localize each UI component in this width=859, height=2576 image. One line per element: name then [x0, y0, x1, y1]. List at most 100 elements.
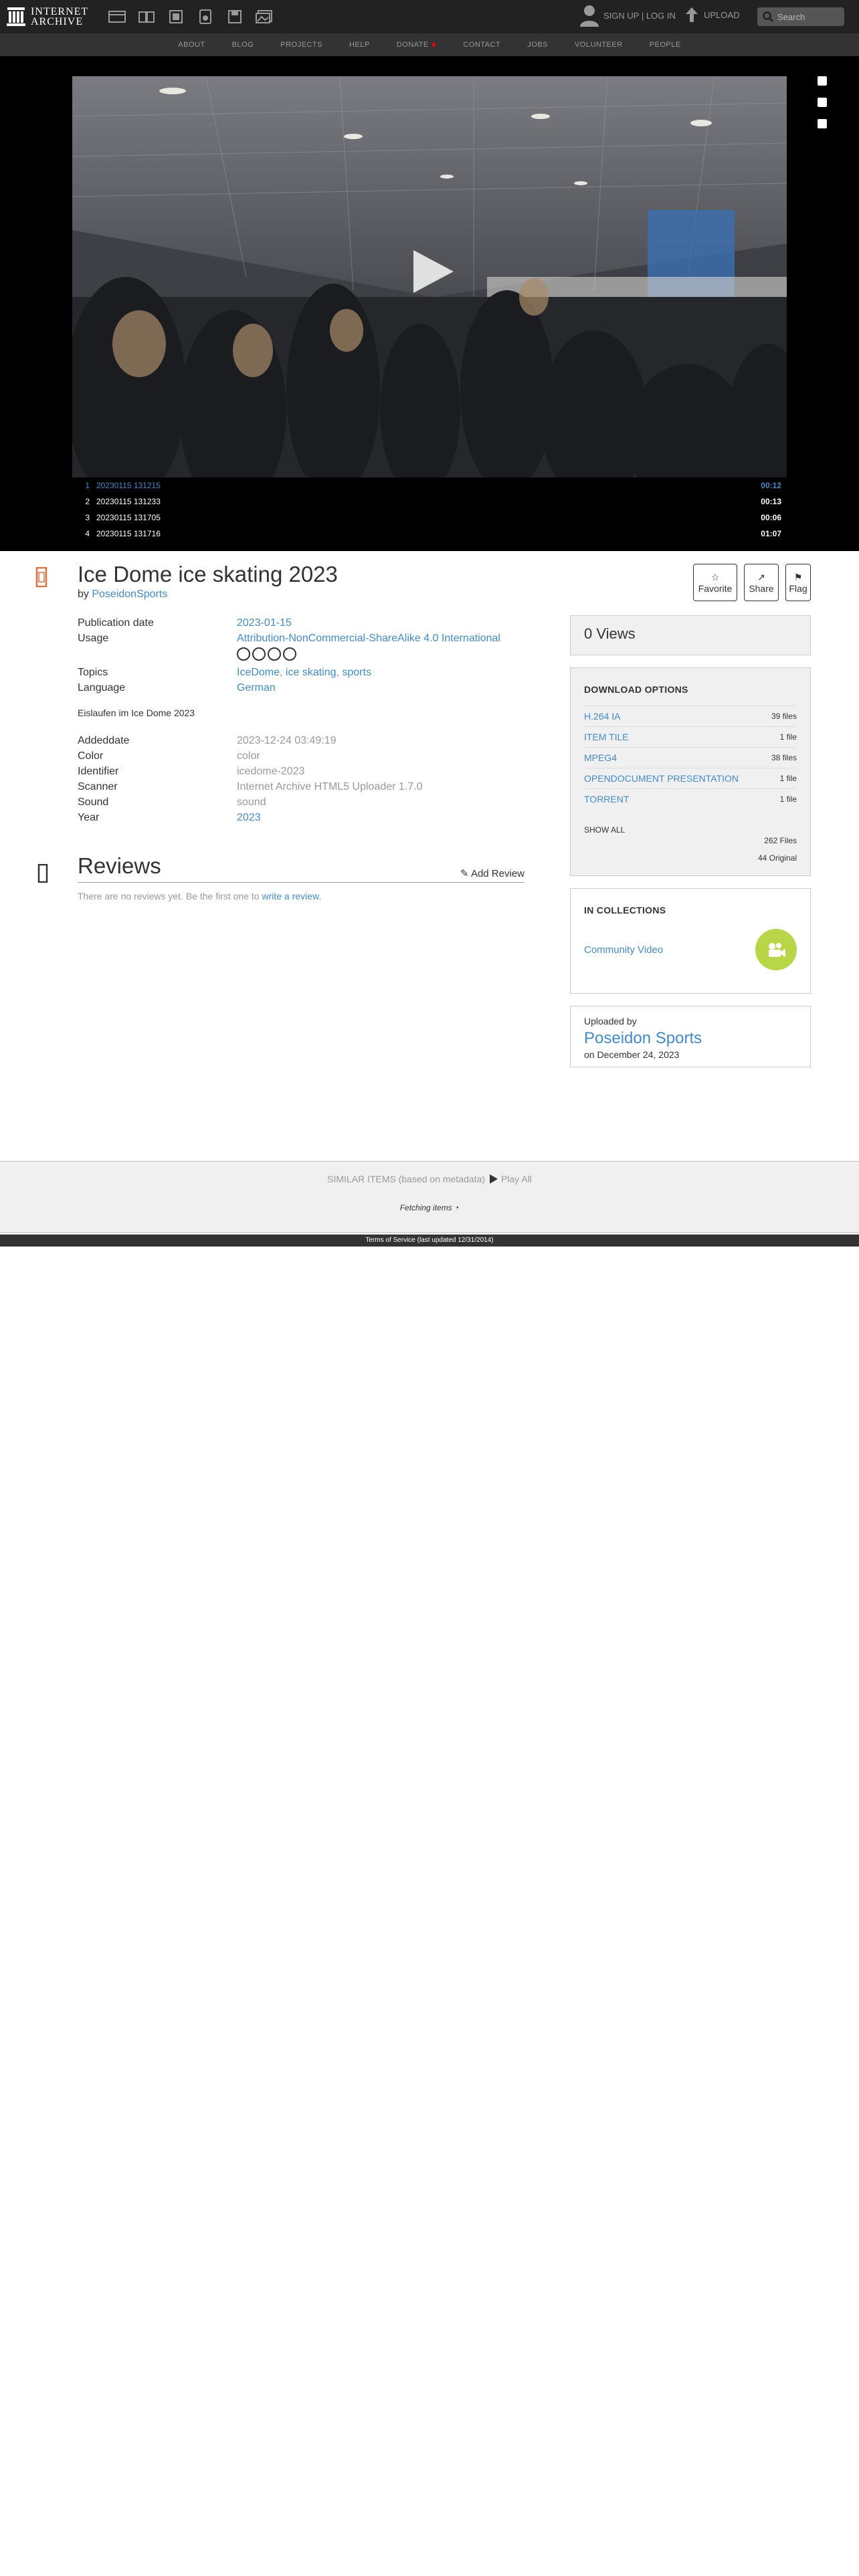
- nav-volunteer[interactable]: VOLUNTEER: [561, 41, 636, 49]
- media-type-nav: [107, 7, 274, 27]
- reviews-title: Reviews: [78, 853, 161, 878]
- collections-title: IN COLLECTIONS: [584, 905, 666, 916]
- fullscreen-icon[interactable]: [818, 98, 827, 107]
- playlist-item[interactable]: 3 20230115 131705 00:06: [72, 510, 787, 526]
- video-theater: 1 20230115 131215 00:12 2 20230115 13123…: [0, 56, 859, 551]
- playlist-item[interactable]: 2 20230115 131233 00:13: [72, 494, 787, 510]
- download-options-title: DOWNLOAD OPTIONS: [584, 684, 688, 695]
- play-icon: [489, 1174, 498, 1184]
- favorite-button[interactable]: ☆ Favorite: [693, 564, 737, 601]
- account-menu[interactable]: SIGN UP | LOG IN: [579, 4, 676, 27]
- cc-license-icons[interactable]: [237, 647, 519, 661]
- nav-about[interactable]: ABOUT: [165, 41, 218, 49]
- logo-line-1: INTERNET: [31, 6, 89, 17]
- year-link[interactable]: 2023: [237, 810, 261, 825]
- playlist-item[interactable]: 1 20230115 131215 00:12: [72, 477, 787, 494]
- playlist: 1 20230115 131215 00:12 2 20230115 13123…: [72, 477, 787, 542]
- by-icon: [252, 647, 266, 661]
- loading-spinner-icon: ◔: [454, 1203, 460, 1212]
- footer-terms[interactable]: Terms of Service (last updated 12/31/201…: [0, 1235, 859, 1247]
- metadata-panel: Publication date 2023-01-15 Usage Attribut…: [78, 615, 519, 825]
- similar-items-label: SIMILAR ITEMS (based on metadata): [327, 1174, 485, 1184]
- cc-icon: [237, 647, 250, 661]
- item-title: Ice Dome ice skating 2023: [78, 562, 338, 586]
- item-actions: ☆ Favorite ↗ Share ⚑ Flag: [693, 564, 811, 601]
- playlist-item[interactable]: 4 20230115 131716 01:07: [72, 526, 787, 542]
- download-link[interactable]: OPENDOCUMENT PRESENTATION: [584, 773, 739, 784]
- fetching-message: Fetching items ◔: [399, 1203, 460, 1212]
- collection-link[interactable]: Community Video: [584, 944, 663, 956]
- nav-people[interactable]: PEOPLE: [636, 41, 694, 49]
- download-link[interactable]: ITEM TILE: [584, 732, 629, 742]
- collections-box: IN COLLECTIONS Community Video: [570, 888, 811, 994]
- top-bar: INTERNET ARCHIVE SIGN UP | LOG IN UPLOAD: [0, 0, 859, 33]
- pencil-icon: ✎: [460, 868, 471, 879]
- topic-link[interactable]: IceDome: [237, 667, 280, 678]
- write-review-link[interactable]: write a review.: [262, 891, 321, 901]
- download-row: MPEG4 38 files: [584, 747, 797, 768]
- info-icon[interactable]: [818, 119, 827, 128]
- user-icon: [580, 5, 599, 27]
- software-icon[interactable]: [225, 7, 245, 27]
- language-link[interactable]: German: [237, 680, 276, 695]
- nav-contact[interactable]: CONTACT: [450, 41, 514, 49]
- download-options: DOWNLOAD OPTIONS H.264 IA 39 files ITEM T…: [570, 667, 811, 876]
- nav-donate-label: DONATE: [396, 41, 429, 49]
- search-input[interactable]: [777, 11, 841, 22]
- flag-icon: ⚑: [793, 571, 803, 582]
- sa-icon: [283, 647, 296, 661]
- author-link[interactable]: PoseidonSports: [92, 588, 167, 600]
- nav-blog[interactable]: BLOG: [219, 41, 268, 49]
- nav-donate[interactable]: DONATE ♥: [383, 40, 450, 49]
- embed-icon[interactable]: [818, 76, 827, 86]
- original-files: 44 Original: [757, 853, 797, 863]
- upload-date: on December 24, 2023: [584, 1049, 680, 1060]
- nav-jobs[interactable]: JOBS: [514, 41, 561, 49]
- heart-icon: ♥: [431, 40, 437, 49]
- no-reviews-message: There are no reviews yet. Be the first o…: [78, 891, 322, 901]
- video-player[interactable]: [72, 76, 787, 477]
- byline: by PoseidonSports: [78, 588, 168, 600]
- signup-login-link[interactable]: SIGN UP | LOG IN: [603, 11, 676, 21]
- upload-link[interactable]: UPLOAD: [685, 7, 739, 23]
- movies-icon: [35, 566, 48, 591]
- nav-help[interactable]: HELP: [336, 41, 383, 49]
- uploader-box: Uploaded by Poseidon Sports on December …: [570, 1006, 811, 1067]
- topic-link[interactable]: ice skating: [286, 667, 337, 678]
- audio-icon[interactable]: [195, 7, 215, 27]
- play-all-button[interactable]: Play All: [489, 1174, 532, 1184]
- add-review-button[interactable]: ✎ Add Review: [460, 867, 524, 879]
- web-icon[interactable]: [107, 7, 127, 27]
- flag-button[interactable]: ⚑ Flag: [785, 564, 811, 601]
- images-icon[interactable]: [254, 7, 274, 27]
- secondary-nav: ABOUT BLOG PROJECTS HELP DONATE ♥ CONTACT…: [0, 33, 859, 56]
- download-link[interactable]: MPEG4: [584, 752, 617, 763]
- upload-label: UPLOAD: [704, 9, 740, 20]
- star-icon: ☆: [710, 571, 720, 582]
- upload-icon: [686, 7, 698, 22]
- reviews-icon: [37, 863, 48, 886]
- internet-archive-logo[interactable]: INTERNET ARCHIVE: [7, 5, 88, 28]
- item-description: Eislaufen im Ice Dome 2023: [78, 708, 195, 718]
- nav-projects[interactable]: PROJECTS: [267, 41, 336, 49]
- temple-icon: [7, 7, 25, 27]
- similar-items: SIMILAR ITEMS (based on metadata) Play A…: [0, 1161, 859, 1233]
- video-icon[interactable]: [166, 7, 186, 27]
- texts-icon[interactable]: [136, 7, 157, 27]
- share-icon: ↗: [757, 571, 765, 582]
- publication-date-link[interactable]: 2023-01-15: [237, 615, 292, 631]
- reviews-header: Reviews ✎ Add Review: [78, 853, 524, 883]
- download-link[interactable]: H.264 IA: [584, 711, 620, 722]
- download-row: ITEM TILE 1 file: [584, 726, 797, 747]
- download-row: TORRENT 1 file: [584, 788, 797, 809]
- nc-icon: [268, 647, 281, 661]
- community-video-icon[interactable]: [755, 929, 797, 970]
- share-button[interactable]: ↗ Share: [744, 564, 779, 601]
- download-link[interactable]: TORRENT: [584, 794, 629, 804]
- search-box: [757, 7, 844, 26]
- uploader-link[interactable]: Poseidon Sports: [584, 1029, 797, 1048]
- license-link[interactable]: Attribution-NonCommercial-ShareAlike 4.0…: [237, 631, 500, 646]
- logo-line-2: ARCHIVE: [31, 16, 84, 27]
- topic-link[interactable]: sports: [342, 667, 371, 678]
- play-icon[interactable]: [413, 250, 454, 293]
